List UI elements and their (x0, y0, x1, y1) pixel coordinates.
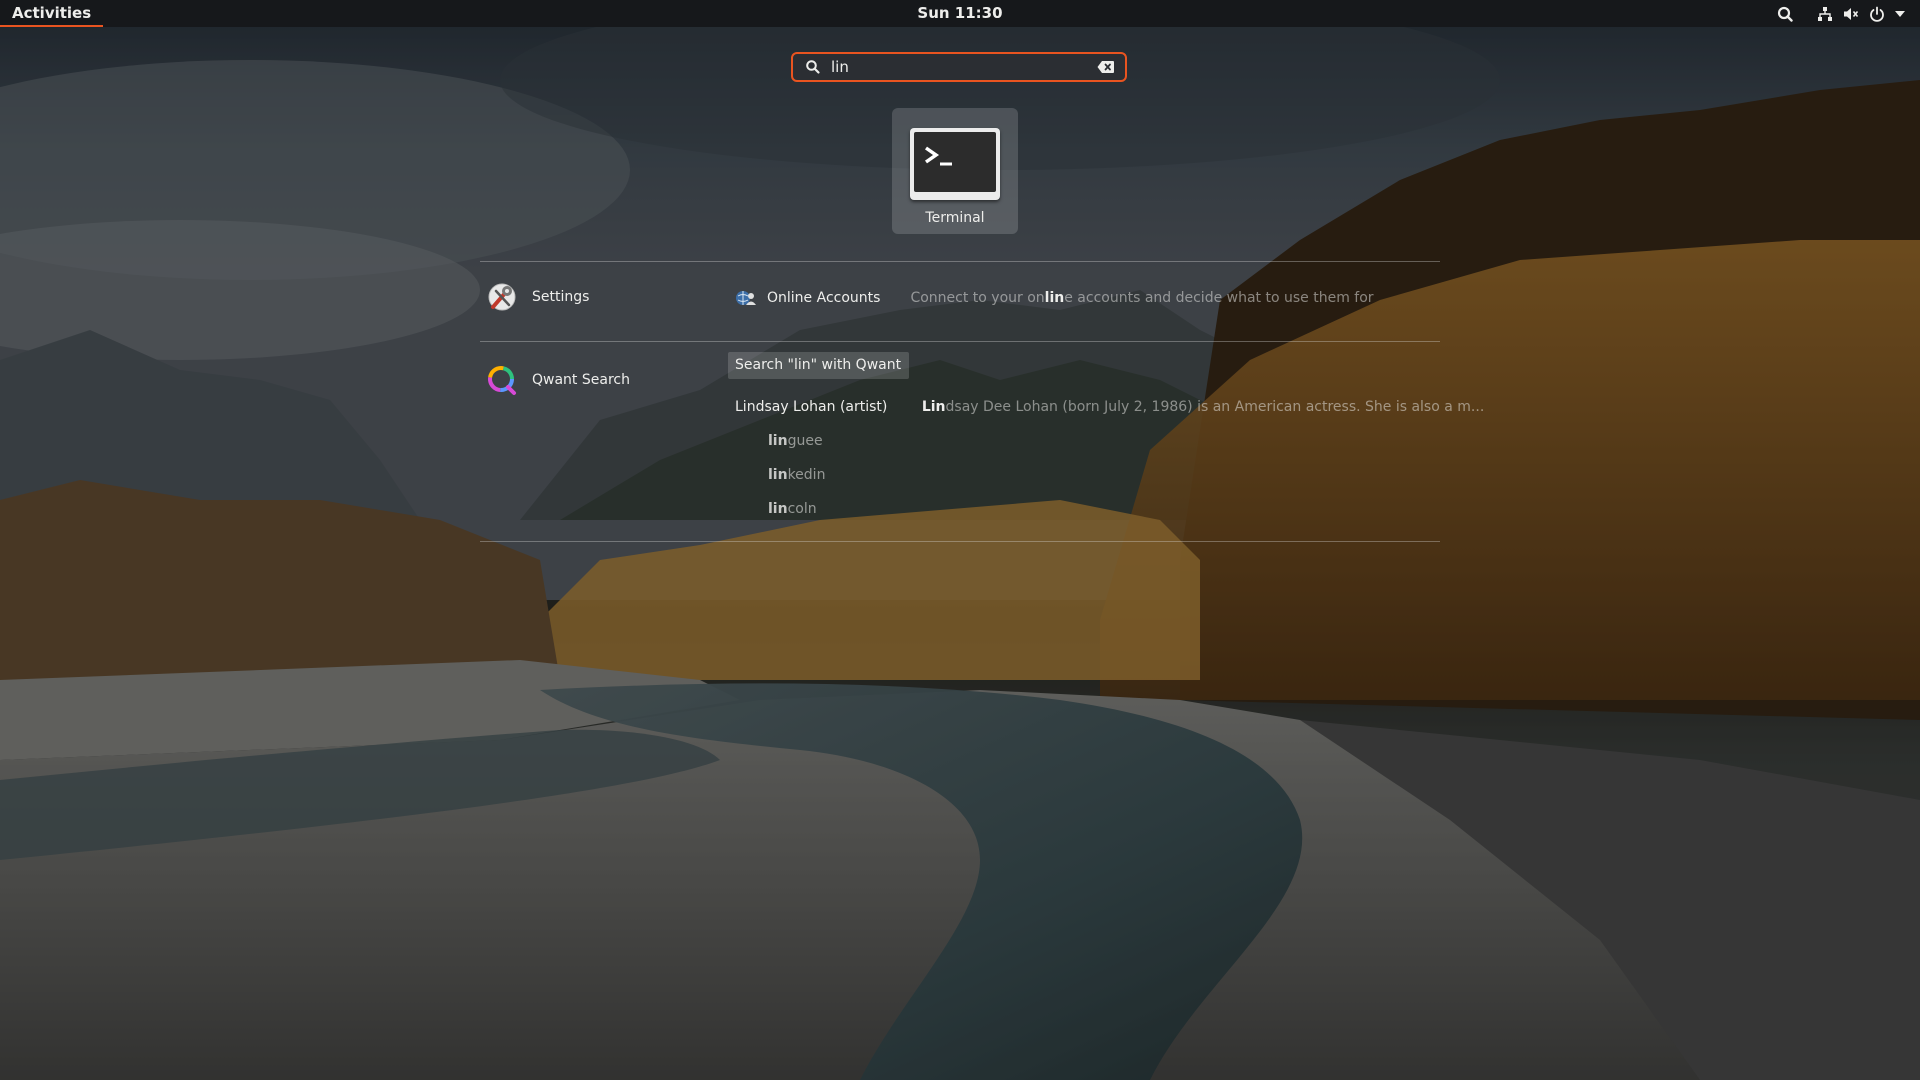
result-description: Lindsay Dee Lohan (born July 2, 1986) is… (921, 399, 1485, 415)
volume-muted-icon (1842, 5, 1860, 23)
clock-label[interactable]: Sun 11:30 (917, 4, 1002, 22)
result-title: Online Accounts (767, 290, 881, 306)
search-with-qwant-label: Search "lin" with Qwant (728, 352, 910, 379)
search-entry[interactable] (791, 52, 1127, 82)
online-accounts-icon (735, 287, 757, 309)
qwant-search-action[interactable]: Search "lin" with Qwant (728, 352, 910, 379)
clear-icon[interactable] (1097, 58, 1115, 76)
provider-settings[interactable]: Settings (486, 281, 589, 313)
search-input[interactable] (831, 58, 1097, 76)
provider-name: Settings (532, 289, 590, 305)
system-tray (1776, 0, 1906, 27)
clock: Sun 11:30 (0, 0, 1920, 27)
power-icon (1868, 5, 1886, 23)
qwant-suggestion[interactable]: linguee (768, 433, 823, 449)
search-icon[interactable] (1776, 5, 1794, 23)
qwant-result-top[interactable]: Lindsay Lohan (artist) Lindsay Dee Lohan… (735, 399, 1484, 415)
results-separator (480, 341, 1440, 342)
chevron-down-icon (1894, 5, 1906, 23)
system-status-menu[interactable] (1816, 5, 1906, 23)
qwant-icon (486, 364, 518, 396)
results-separator (480, 261, 1440, 262)
provider-name: Qwant Search (532, 372, 630, 388)
search-icon (805, 59, 821, 75)
terminal-icon (910, 128, 1000, 200)
provider-qwant[interactable]: Qwant Search (486, 364, 630, 396)
results-separator (480, 541, 1440, 542)
settings-icon (486, 281, 518, 313)
result-title: Lindsay Lohan (artist) (735, 399, 888, 415)
result-description: Connect to your online accounts and deci… (910, 290, 1374, 306)
app-label: Terminal (925, 210, 985, 226)
network-icon (1816, 5, 1834, 23)
activities-button[interactable]: Activities (0, 0, 104, 27)
app-result-terminal[interactable]: Terminal (892, 108, 1018, 234)
top-bar: Activities Sun 11:30 (0, 0, 1920, 27)
search-results: Terminal Settings Online Accounts Connec… (0, 0, 1920, 1080)
qwant-suggestion[interactable]: lincoln (768, 501, 817, 517)
qwant-suggestion[interactable]: linkedin (768, 467, 825, 483)
settings-result-online-accounts[interactable]: Online Accounts Connect to your online a… (735, 287, 1374, 309)
